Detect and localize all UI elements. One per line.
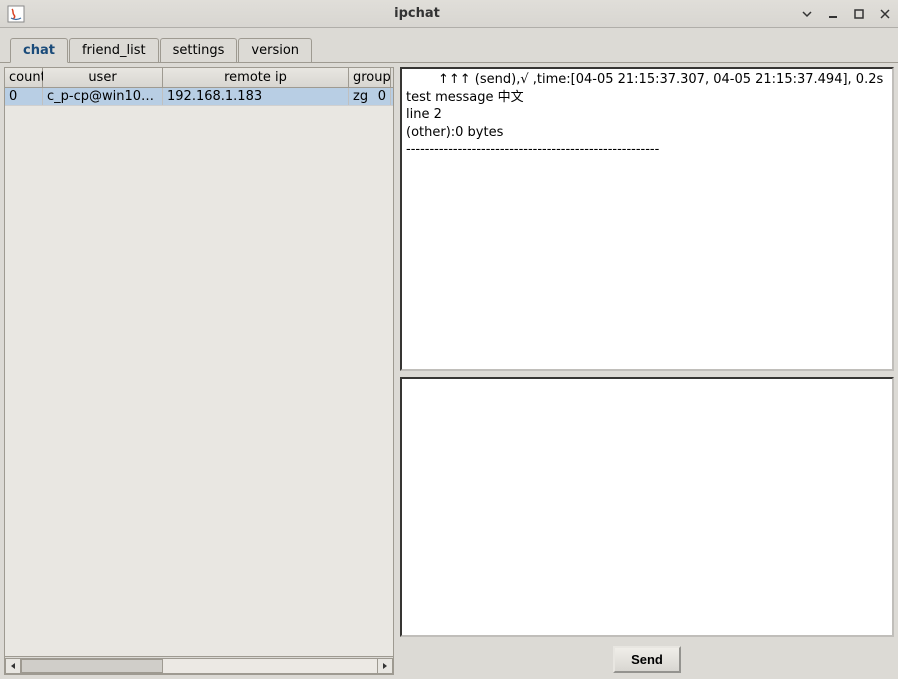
cell-group: zg 0 xyxy=(349,88,391,105)
minimize-icon[interactable] xyxy=(826,7,840,21)
cell-remote-ip: 192.168.1.183 xyxy=(163,88,349,105)
scroll-left-icon[interactable] xyxy=(5,658,21,674)
cell-extra-value: 0 xyxy=(378,89,386,104)
message-input-container xyxy=(400,377,894,637)
table-header-row: count user remote ip group xyxy=(5,68,393,88)
window-dropdown-icon[interactable] xyxy=(800,7,814,21)
table-row[interactable]: 0 c_p-cp@win10-vm 192.168.1.183 zg 0 xyxy=(5,88,393,106)
menubar-spacer xyxy=(0,28,898,36)
tab-bar: chat friend_list settings version xyxy=(0,36,898,62)
maximize-icon[interactable] xyxy=(852,7,866,21)
scroll-track[interactable] xyxy=(21,658,377,674)
content-area: count user remote ip group 0 c_p-cp@win1… xyxy=(0,62,898,679)
log-line-1: ↑↑↑ (send),√ ,time:[04-05 21:15:37.307, … xyxy=(406,71,888,89)
tab-version[interactable]: version xyxy=(238,38,312,62)
col-header-remote-ip[interactable]: remote ip xyxy=(163,68,349,87)
horizontal-scrollbar[interactable] xyxy=(5,656,393,674)
send-button[interactable]: Send xyxy=(613,646,681,673)
log-line-4: (other):0 bytes xyxy=(406,124,888,142)
col-header-user[interactable]: user xyxy=(43,68,163,87)
tab-friend-list[interactable]: friend_list xyxy=(69,38,159,62)
log-line-3: line 2 xyxy=(406,106,888,124)
scroll-right-icon[interactable] xyxy=(377,658,393,674)
log-line-5: ----------------------------------------… xyxy=(406,141,888,159)
titlebar: ipchat xyxy=(0,0,898,28)
scroll-thumb[interactable] xyxy=(21,659,163,673)
col-header-count[interactable]: count xyxy=(5,68,43,87)
log-line-2: test message 中文 xyxy=(406,89,888,107)
friend-table: count user remote ip group 0 c_p-cp@win1… xyxy=(5,68,393,656)
window-title: ipchat xyxy=(34,6,800,21)
message-input[interactable] xyxy=(406,381,888,633)
close-icon[interactable] xyxy=(878,7,892,21)
table-body: 0 c_p-cp@win10-vm 192.168.1.183 zg 0 xyxy=(5,88,393,656)
java-app-icon xyxy=(6,4,26,24)
cell-group-value: zg xyxy=(353,89,368,104)
send-bar: Send xyxy=(400,643,894,675)
cell-user: c_p-cp@win10-vm xyxy=(43,88,163,105)
tab-settings[interactable]: settings xyxy=(160,38,238,62)
chat-panel: ↑↑↑ (send),√ ,time:[04-05 21:15:37.307, … xyxy=(400,67,894,675)
col-header-group[interactable]: group xyxy=(349,68,391,87)
message-log[interactable]: ↑↑↑ (send),√ ,time:[04-05 21:15:37.307, … xyxy=(400,67,894,371)
friend-table-panel: count user remote ip group 0 c_p-cp@win1… xyxy=(4,67,394,675)
cell-count: 0 xyxy=(5,88,43,105)
window-controls xyxy=(800,7,892,21)
tab-chat[interactable]: chat xyxy=(10,38,68,63)
